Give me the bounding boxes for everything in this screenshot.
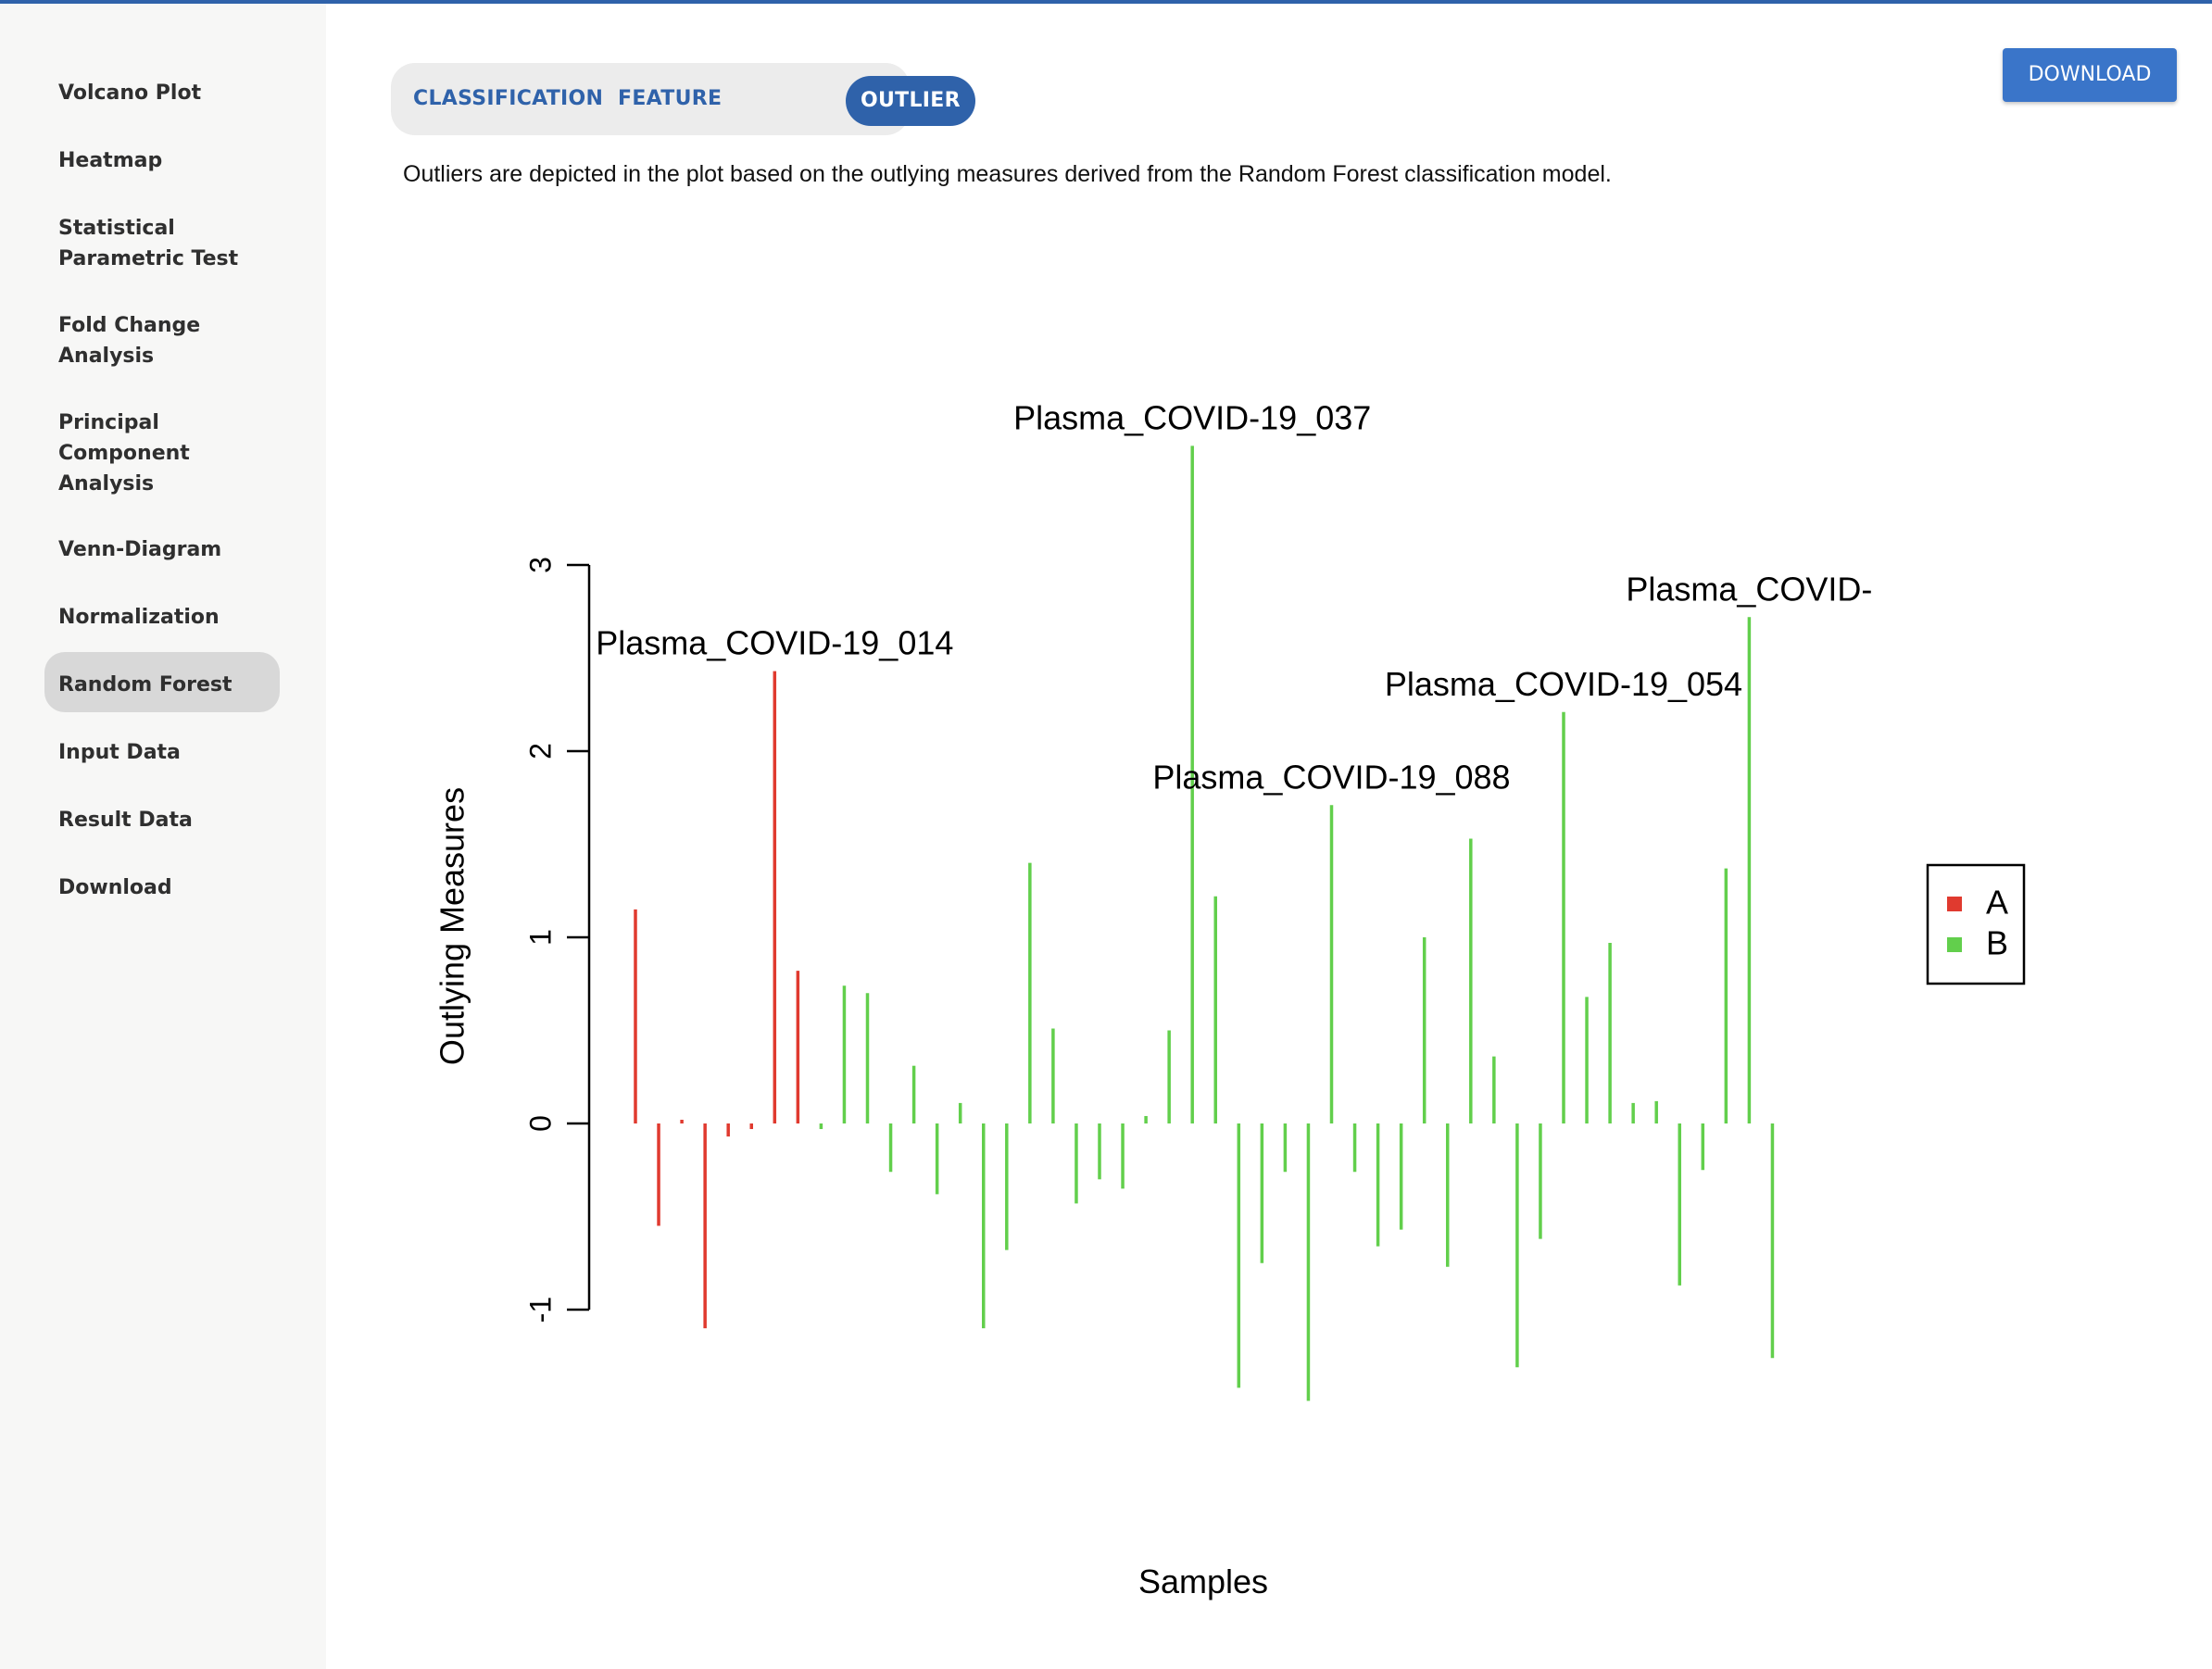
y-tick-label: 1 bbox=[523, 929, 557, 946]
legend-swatch-a bbox=[1947, 897, 1962, 911]
x-axis-title: Samples bbox=[1138, 1562, 1268, 1600]
legend-swatch-b bbox=[1947, 937, 1962, 952]
outlier-plot: -1 0 1 2 3 Plasma_COVID-19_014 Plasma_COVID-19… bbox=[434, 398, 2026, 1600]
y-tick-label: -1 bbox=[523, 1297, 557, 1323]
legend-box bbox=[1926, 863, 2026, 985]
outlier-label: Plasma_COVID- bbox=[1626, 570, 1872, 608]
outlier-label: Plasma_COVID-19_054 bbox=[1385, 665, 1742, 703]
y-tick-label: 0 bbox=[523, 1115, 557, 1132]
outlier-label: Plasma_COVID-19_088 bbox=[1152, 758, 1510, 796]
y-tick-label: 2 bbox=[523, 743, 557, 759]
legend-label-b: B bbox=[1986, 924, 2008, 962]
legend-label-a: A bbox=[1986, 884, 2008, 922]
outlier-label: Plasma_COVID-19_014 bbox=[596, 624, 953, 662]
outlier-label: Plasma_COVID-19_037 bbox=[1013, 398, 1371, 436]
y-axis-title: Outlying Measures bbox=[434, 787, 471, 1065]
y-tick-label: 3 bbox=[523, 557, 557, 573]
